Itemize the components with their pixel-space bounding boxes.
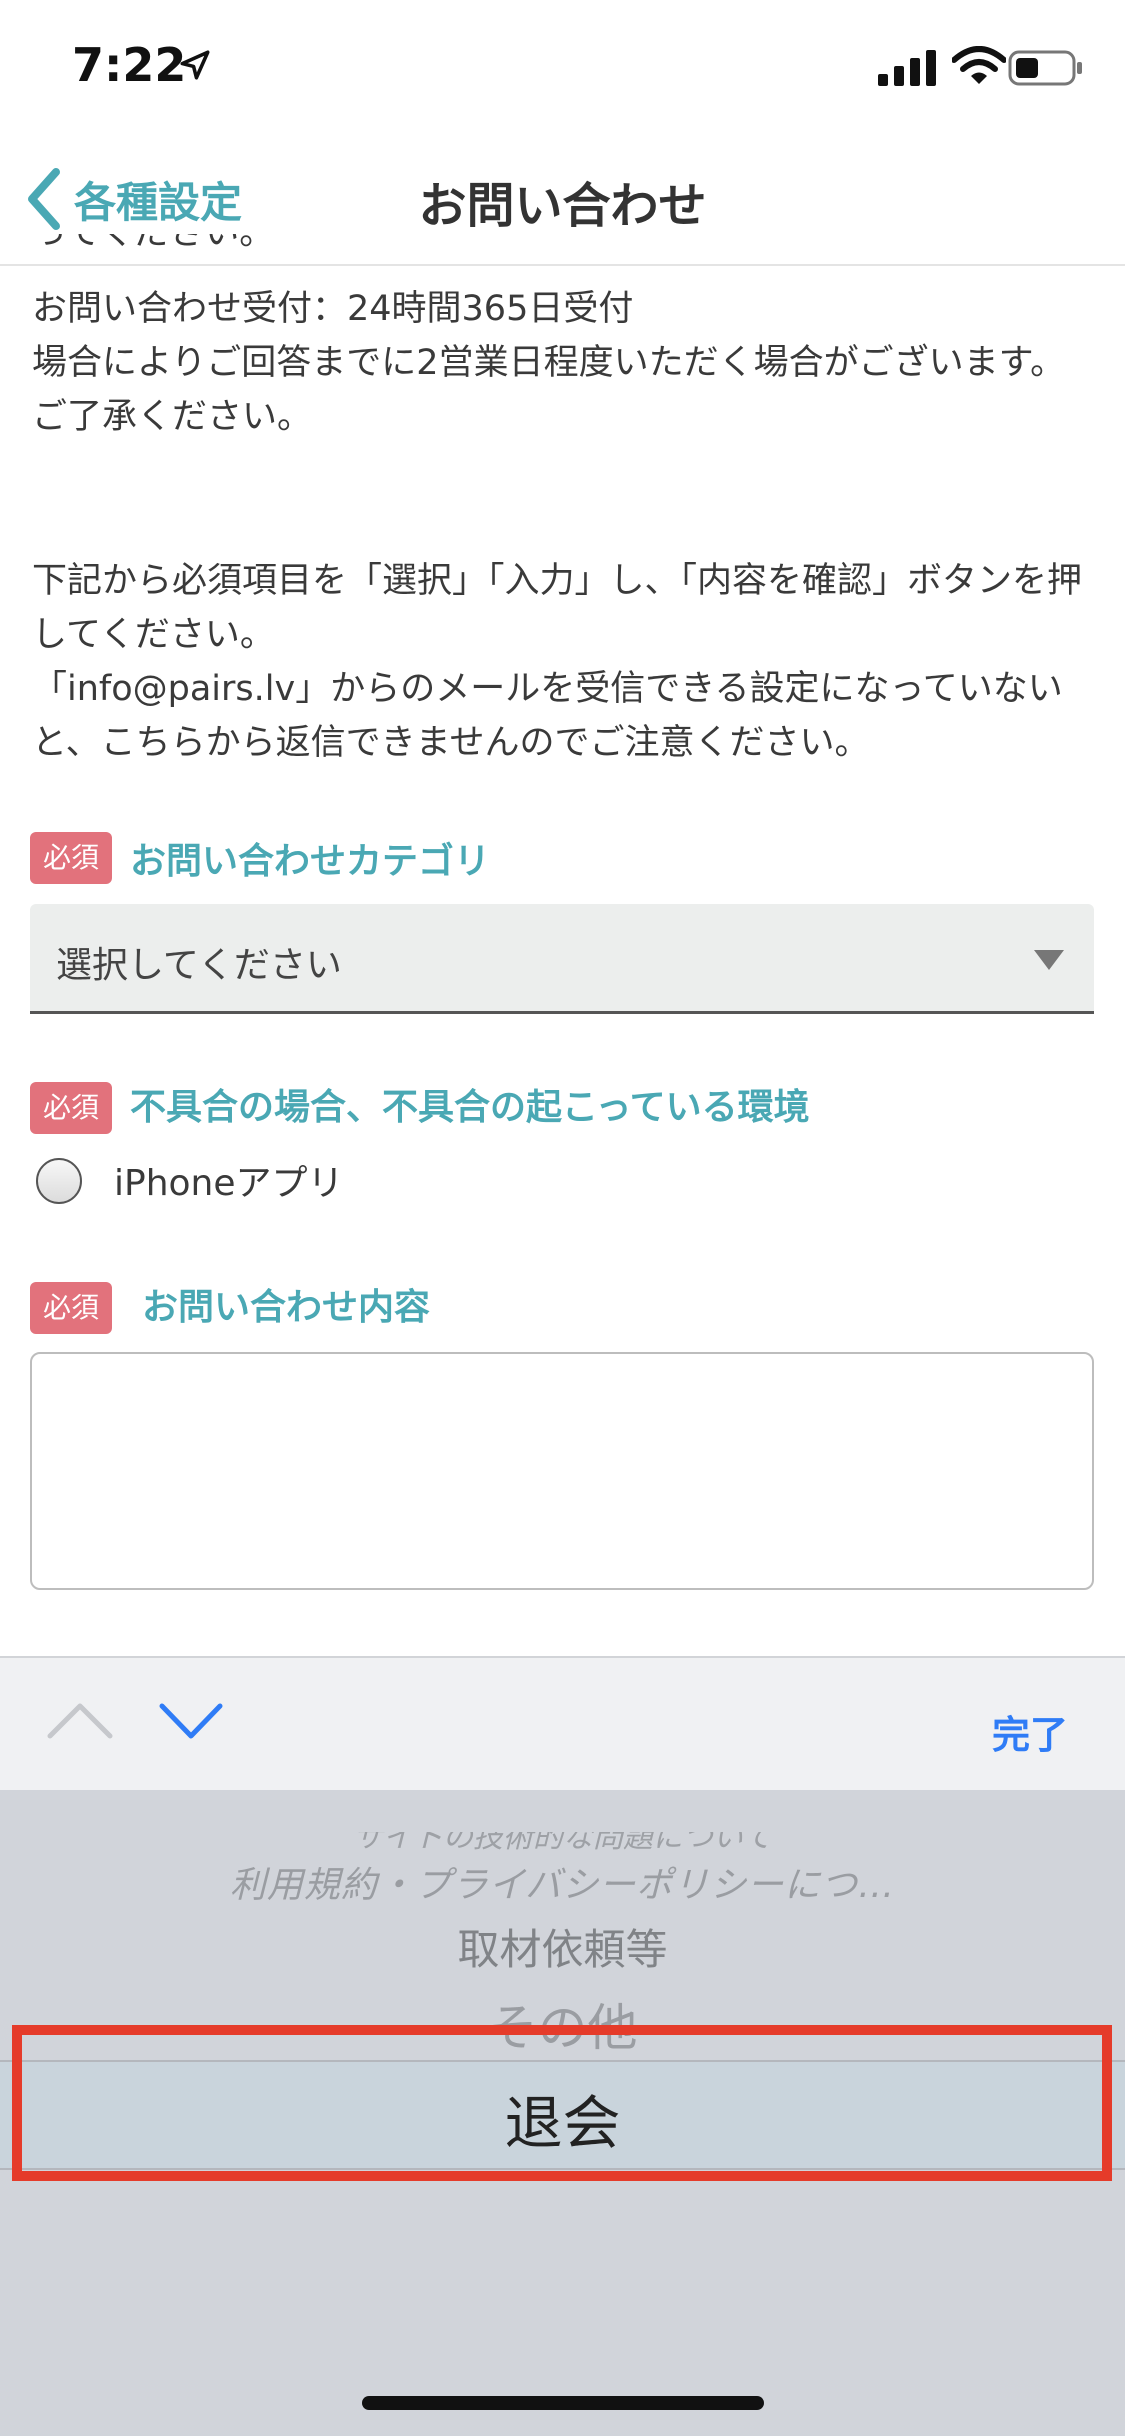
category-select[interactable]: 選択してください	[30, 904, 1094, 1014]
cellular-signal-icon	[878, 50, 936, 86]
status-time: 7:22	[72, 38, 187, 92]
home-indicator[interactable]	[362, 2396, 764, 2410]
caret-down-icon	[1034, 950, 1064, 970]
intro-reception-hours: お問い合わせ受付：24時間365日受付	[32, 289, 634, 329]
category-label: お問い合わせカテゴリ	[130, 841, 491, 882]
keyboard-accessory-bar: 完了	[0, 1656, 1125, 1790]
iphone-app-radio[interactable]	[36, 1158, 82, 1204]
intro-response-time: 場合によりご回答までに2営業日程度いただく場合がございます。ご了承ください。	[32, 343, 1066, 437]
chevron-up-icon[interactable]	[46, 1700, 114, 1740]
intro-instructions: 下記から必須項目を「選択」「入力」し、「内容を確認」ボタンを押してください。	[32, 561, 1083, 655]
battery-icon	[1008, 50, 1082, 86]
chevron-down-icon[interactable]	[158, 1702, 224, 1742]
intro-cut-line: ってください。	[32, 234, 1092, 266]
iphone-app-radio-label[interactable]: iPhoneアプリ	[114, 1154, 344, 1206]
content-label: お問い合わせ内容	[142, 1287, 431, 1328]
wifi-icon	[952, 46, 1006, 84]
picker-option[interactable]: 取材依頼等	[0, 1916, 1125, 1977]
content-textarea-value	[32, 1354, 1092, 1394]
picker-option-text: サイトの技術的な問題について	[352, 1832, 773, 1855]
environment-label: 不具合の場合、不具合の起こっている環境	[130, 1087, 810, 1128]
done-button[interactable]: 完了	[992, 1704, 1068, 1759]
required-badge: 必須	[30, 832, 112, 884]
required-badge: 必須	[30, 1282, 112, 1334]
intro-email-notice: 「info@pairs.lv」からのメールを受信できる設定になっていないと、こち…	[32, 669, 1063, 763]
required-badge: 必須	[30, 1082, 112, 1134]
picker-option[interactable]: 利用規約・プライバシーポリシーにつ…	[0, 1856, 1125, 1908]
intro-cut-line-text: ってください。	[32, 234, 1092, 260]
content-textarea[interactable]	[30, 1352, 1094, 1590]
category-select-value: 選択してください	[56, 945, 342, 986]
location-arrow-icon	[180, 50, 210, 80]
page-title: お問い合わせ	[418, 178, 707, 234]
selection-highlight-box	[12, 2025, 1112, 2181]
